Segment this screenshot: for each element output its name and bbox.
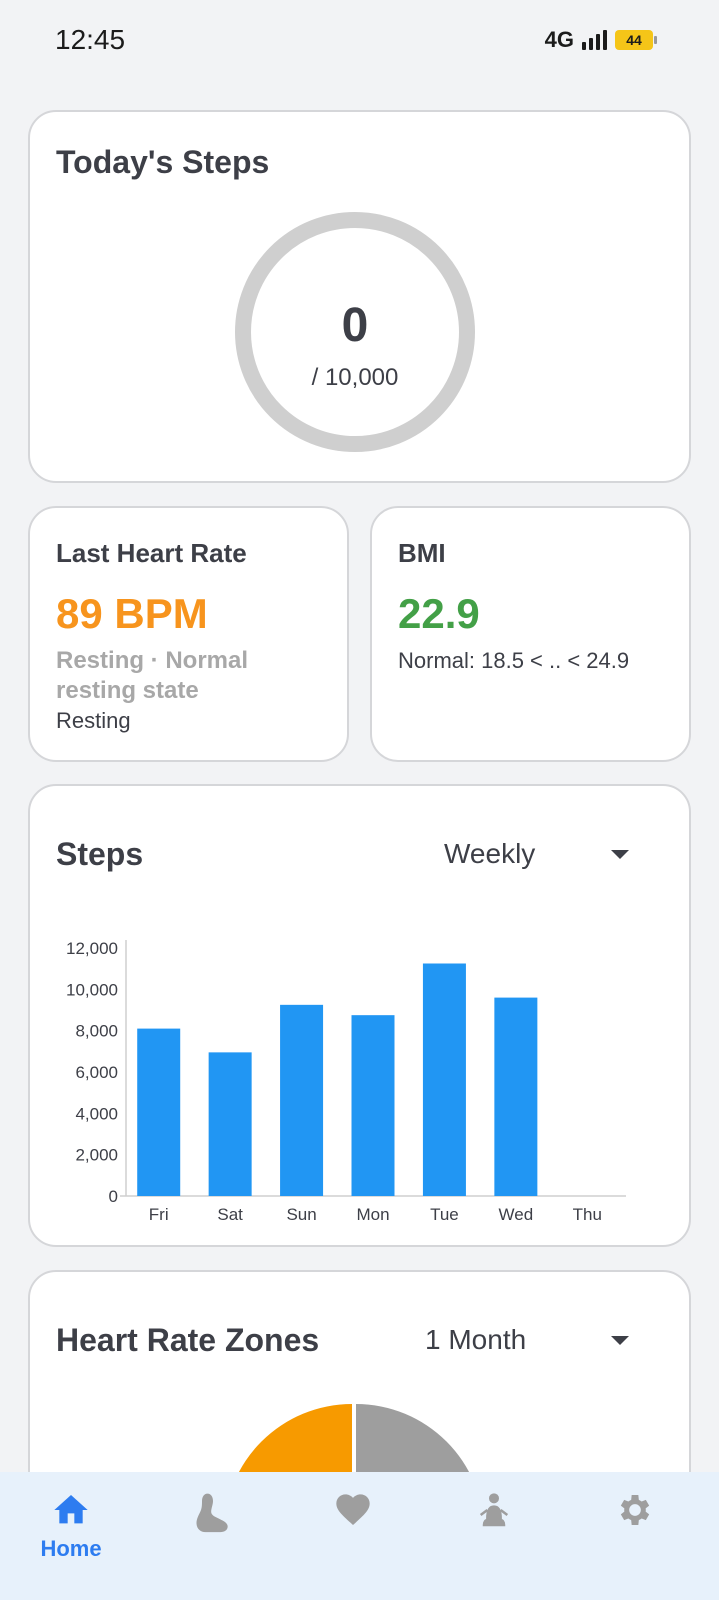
nav-wellness[interactable] (454, 1490, 534, 1590)
steps-goal: / 10,000 (311, 364, 399, 391)
x-tick-label: Wed (499, 1205, 534, 1224)
x-tick-label: Sun (286, 1205, 316, 1224)
status-bar: 12:45 4G 44 (0, 0, 719, 84)
status-indicators: 4G 44 (544, 27, 657, 53)
x-tick-label: Mon (356, 1205, 389, 1224)
todays-steps-title: Today's Steps (56, 144, 270, 180)
network-type: 4G (544, 27, 574, 52)
steps-chart-card: Steps Weekly 0 2,000 4,000 6,000 8,000 10,000… (28, 784, 691, 1247)
battery-level: 44 (626, 32, 642, 48)
y-tick-label: 12,000 (66, 939, 118, 958)
battery-icon: 44 (615, 30, 657, 50)
footprint-icon (196, 1493, 228, 1533)
todays-steps-card[interactable]: Today's Steps 0 / 10,000 (28, 110, 691, 483)
heart-rate-value: 89 BPM (56, 590, 208, 637)
bar-wed (494, 997, 538, 1196)
heart-icon (336, 1494, 370, 1525)
bar-mon (351, 1015, 395, 1196)
x-tick-label: Thu (573, 1205, 602, 1224)
heart-rate-activity: Resting (56, 708, 131, 733)
x-tick-label: Fri (149, 1205, 169, 1224)
y-tick-label: 8,000 (75, 1022, 118, 1041)
y-tick-label: 10,000 (66, 980, 118, 999)
bar-sun (280, 1004, 324, 1196)
y-tick-label: 2,000 (75, 1146, 118, 1165)
bmi-title: BMI (398, 538, 446, 568)
heart-rate-card[interactable]: Last Heart Rate 89 BPM Resting · Normal … (28, 506, 349, 762)
y-tick-label: 0 (109, 1187, 118, 1206)
steps-bar-chart: 0 2,000 4,000 6,000 8,000 10,000 12,000 Fri Sat S… (66, 939, 626, 1224)
signal-icon (582, 30, 607, 50)
nav-heart[interactable] (313, 1490, 393, 1590)
meditation-icon (479, 1493, 509, 1527)
bmi-range: Normal: 18.5 < .. < 24.9 (398, 648, 630, 673)
home-icon (54, 1495, 88, 1524)
steps-count: 0 (341, 299, 369, 352)
bmi-card[interactable]: BMI 22.9 Normal: 18.5 < .. < 24.9 (370, 506, 691, 762)
heart-rate-status: Resting · Normal resting state (56, 647, 249, 704)
y-tick-label: 4,000 (75, 1104, 118, 1123)
nav-home[interactable]: Home (31, 1490, 111, 1590)
heart-rate-title: Last Heart Rate (56, 538, 247, 568)
gear-icon (620, 1495, 650, 1525)
bmi-value: 22.9 (398, 590, 480, 637)
bottom-navigation: Home (0, 1472, 719, 1600)
y-tick-label: 6,000 (75, 1063, 118, 1082)
x-tick-label: Tue (430, 1205, 459, 1224)
status-time: 12:45 (55, 24, 126, 55)
bar-fri (137, 1028, 181, 1196)
nav-steps[interactable] (173, 1490, 253, 1590)
bar-tue (422, 963, 466, 1196)
x-tick-label: Sat (217, 1205, 243, 1224)
bar-sat (208, 1052, 252, 1196)
steps-progress-ring: 0 / 10,000 (235, 212, 475, 452)
nav-home-label: Home (40, 1536, 102, 1561)
nav-settings[interactable] (595, 1490, 675, 1590)
